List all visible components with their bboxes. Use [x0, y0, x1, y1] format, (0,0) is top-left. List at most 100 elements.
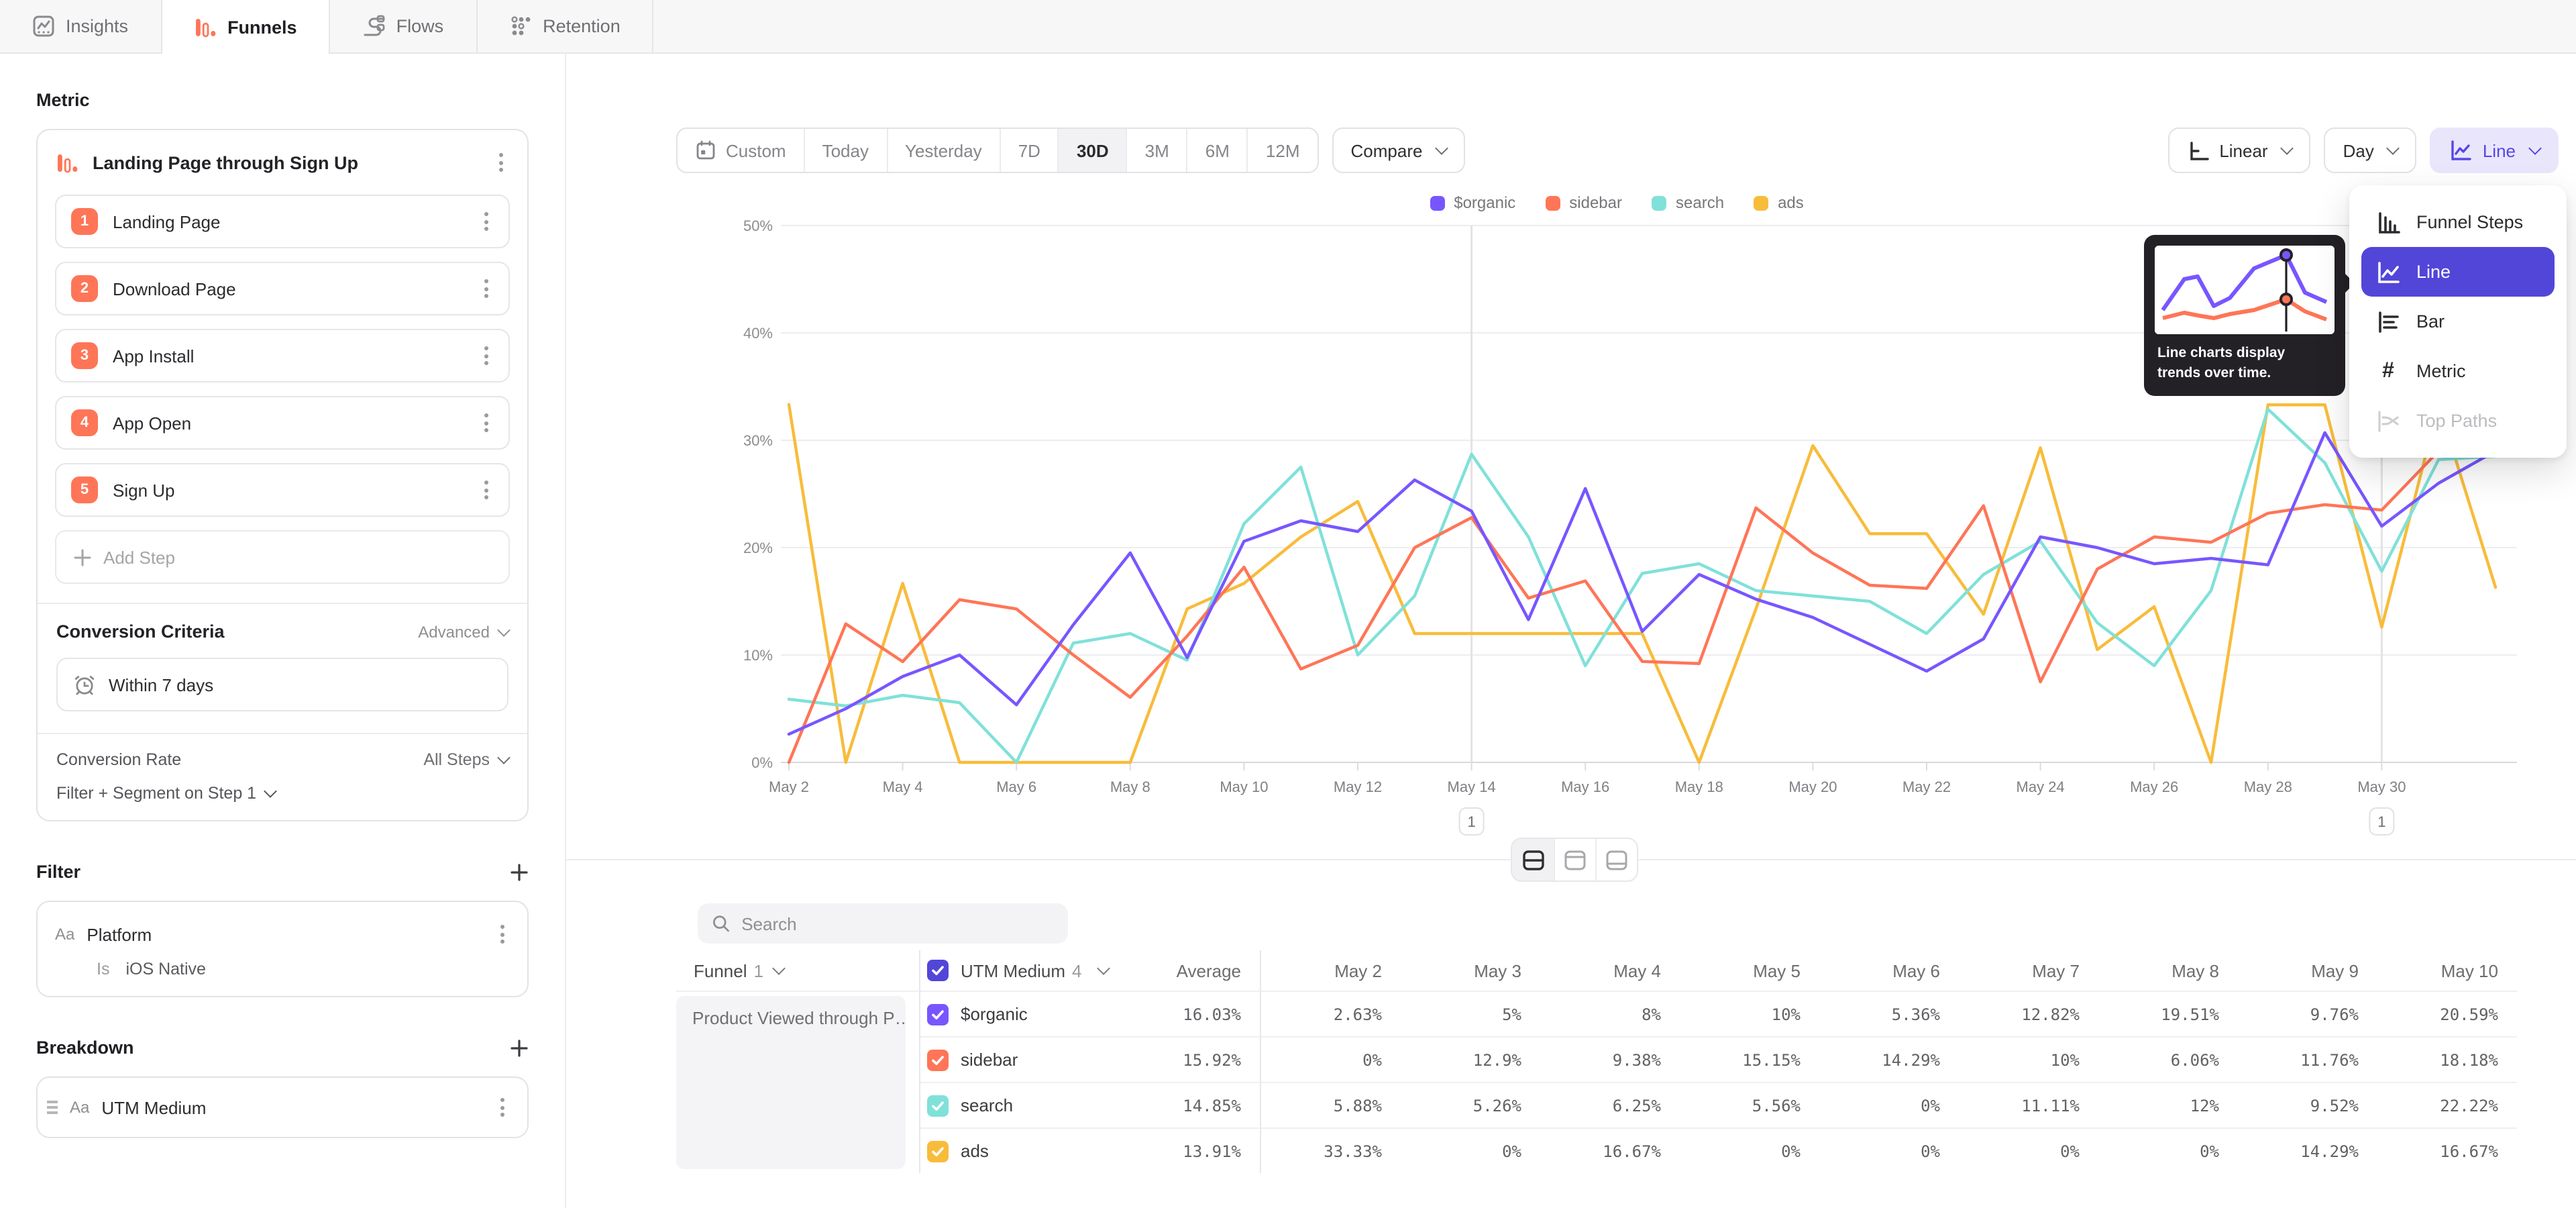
svg-text:40%: 40% [743, 325, 773, 342]
range-custom[interactable]: Custom [678, 129, 804, 172]
check-icon [931, 1144, 945, 1158]
column-header[interactable]: May 2 [1261, 950, 1401, 991]
step-label: App Open [113, 413, 479, 433]
filter-property[interactable]: Platform [87, 924, 483, 944]
funnel-step-3[interactable]: 3 App Install [55, 329, 510, 383]
step-kebab-menu[interactable] [479, 274, 494, 303]
series-label: $organic [961, 1004, 1028, 1024]
legend-item[interactable]: sidebar [1545, 193, 1622, 212]
range-30d[interactable]: 30D [1058, 129, 1126, 172]
legend-item[interactable]: ads [1754, 193, 1804, 212]
drag-handle-icon[interactable] [47, 1101, 58, 1114]
series-checkbox[interactable] [927, 1003, 949, 1025]
add-filter-button[interactable] [510, 862, 529, 881]
cell: 0% [1680, 1127, 1819, 1173]
select-all-checkbox[interactable] [927, 960, 949, 981]
scale-dropdown[interactable]: Linear [2168, 128, 2310, 173]
breakdown-column-header[interactable]: UTM Medium4 [920, 950, 1122, 991]
column-header[interactable]: May 6 [1819, 950, 1959, 991]
split-view-icon [1521, 849, 1545, 870]
funnel-step-5[interactable]: 5 Sign Up [55, 463, 510, 517]
tab-funnels[interactable]: Funnels [162, 0, 331, 54]
view-chart-button[interactable] [1554, 839, 1595, 880]
conversion-window-button[interactable]: Within 7 days [56, 658, 508, 711]
column-header[interactable]: May 7 [1959, 950, 2098, 991]
add-step-button[interactable]: Add Step [55, 530, 510, 584]
filter-segment-dropdown[interactable]: Filter + Segment on Step 1 [56, 784, 275, 803]
table-row-ads: ads [920, 1127, 1122, 1173]
step-kebab-menu[interactable] [479, 207, 494, 236]
step-kebab-menu[interactable] [479, 475, 494, 505]
menu-item-line[interactable]: Line [2361, 247, 2555, 297]
series-checkbox[interactable] [927, 1140, 949, 1162]
breakdown-kebab-menu[interactable] [495, 1093, 510, 1122]
column-header-average[interactable]: Average [1122, 950, 1261, 991]
calendar-icon [695, 140, 716, 161]
funnel-step-2[interactable]: 2 Download Page [55, 262, 510, 315]
funnels-icon [194, 15, 217, 38]
table-body: Product Viewed through P… $organic 16.03… [676, 991, 2517, 1173]
breakdown-heading: Breakdown [36, 1038, 134, 1058]
column-header[interactable]: May 5 [1680, 950, 1819, 991]
step-kebab-menu[interactable] [479, 408, 494, 438]
menu-item-top-paths[interactable]: Top Paths [2361, 396, 2555, 446]
tab-label: Funnels [227, 17, 297, 37]
range-yesterday[interactable]: Yesterday [886, 129, 1000, 172]
cell: 18.18% [2377, 1036, 2517, 1082]
cell: 5.88% [1261, 1082, 1401, 1127]
remove-breakdown-icon[interactable] [467, 1099, 483, 1115]
advanced-dropdown[interactable]: Advanced [418, 622, 508, 641]
filter-value[interactable]: iOS Native [125, 960, 206, 978]
funnel-column-header[interactable]: Funnel1 [676, 950, 920, 991]
column-header[interactable]: May 3 [1401, 950, 1540, 991]
chart-type-dropdown[interactable]: Line [2430, 128, 2559, 173]
funnel-cell[interactable]: Product Viewed through P… [676, 991, 920, 1173]
range-3m[interactable]: 3M [1126, 129, 1187, 172]
legend-item[interactable]: $organic [1430, 193, 1515, 212]
cell: 0% [1819, 1127, 1959, 1173]
column-header[interactable]: May 4 [1540, 950, 1680, 991]
svg-text:May 30: May 30 [2357, 778, 2406, 795]
legend-item[interactable]: search [1652, 193, 1724, 212]
funnel-title: Landing Page through Sign Up [93, 152, 480, 172]
funnel-steps-list: 1 Landing Page 2 Download Page 3 App Ins… [38, 192, 527, 517]
tab-retention[interactable]: Retention [477, 0, 654, 52]
add-breakdown-button[interactable] [510, 1038, 529, 1057]
step-number-badge: 4 [71, 409, 98, 436]
compare-button[interactable]: Compare [1332, 128, 1466, 173]
menu-item-metric[interactable]: # Metric [2361, 346, 2555, 396]
breakdown-property[interactable]: UTM Medium [101, 1097, 455, 1117]
filter-operator[interactable]: Is [97, 960, 109, 978]
tab-label: Insights [66, 16, 128, 36]
range-today[interactable]: Today [804, 129, 886, 172]
column-header[interactable]: May 10 [2377, 950, 2517, 991]
tab-insights[interactable]: Insights [0, 0, 162, 52]
menu-item-funnel-steps[interactable]: Funnel Steps [2361, 197, 2555, 247]
menu-item-bar[interactable]: Bar [2361, 297, 2555, 346]
filter-kebab-menu[interactable] [495, 919, 510, 949]
table-row-search: search [920, 1082, 1122, 1127]
range-6m[interactable]: 6M [1187, 129, 1247, 172]
step-kebab-menu[interactable] [479, 341, 494, 370]
legend-swatch [1652, 195, 1666, 210]
range-12m[interactable]: 12M [1247, 129, 1318, 172]
view-split-button[interactable] [1512, 839, 1554, 880]
funnel-step-1[interactable]: 1 Landing Page [55, 195, 510, 248]
range-7d[interactable]: 7D [1000, 129, 1058, 172]
funnel-kebab-menu[interactable] [494, 148, 508, 177]
column-header[interactable]: May 8 [2098, 950, 2238, 991]
flows-icon [363, 15, 386, 38]
view-table-button[interactable] [1595, 839, 1637, 880]
svg-text:May 12: May 12 [1334, 778, 1382, 795]
funnel-step-4[interactable]: 4 App Open [55, 396, 510, 450]
tab-flows[interactable]: Flows [331, 0, 478, 52]
search-input[interactable] [741, 913, 1055, 934]
check-icon [931, 964, 945, 977]
cell: 9.52% [2238, 1082, 2377, 1127]
series-checkbox[interactable] [927, 1049, 949, 1070]
conversion-rate-dropdown[interactable]: All Steps [423, 750, 508, 769]
granularity-dropdown[interactable]: Day [2324, 128, 2417, 173]
column-header[interactable]: May 9 [2238, 950, 2377, 991]
series-checkbox[interactable] [927, 1095, 949, 1116]
insights-icon [32, 15, 55, 38]
